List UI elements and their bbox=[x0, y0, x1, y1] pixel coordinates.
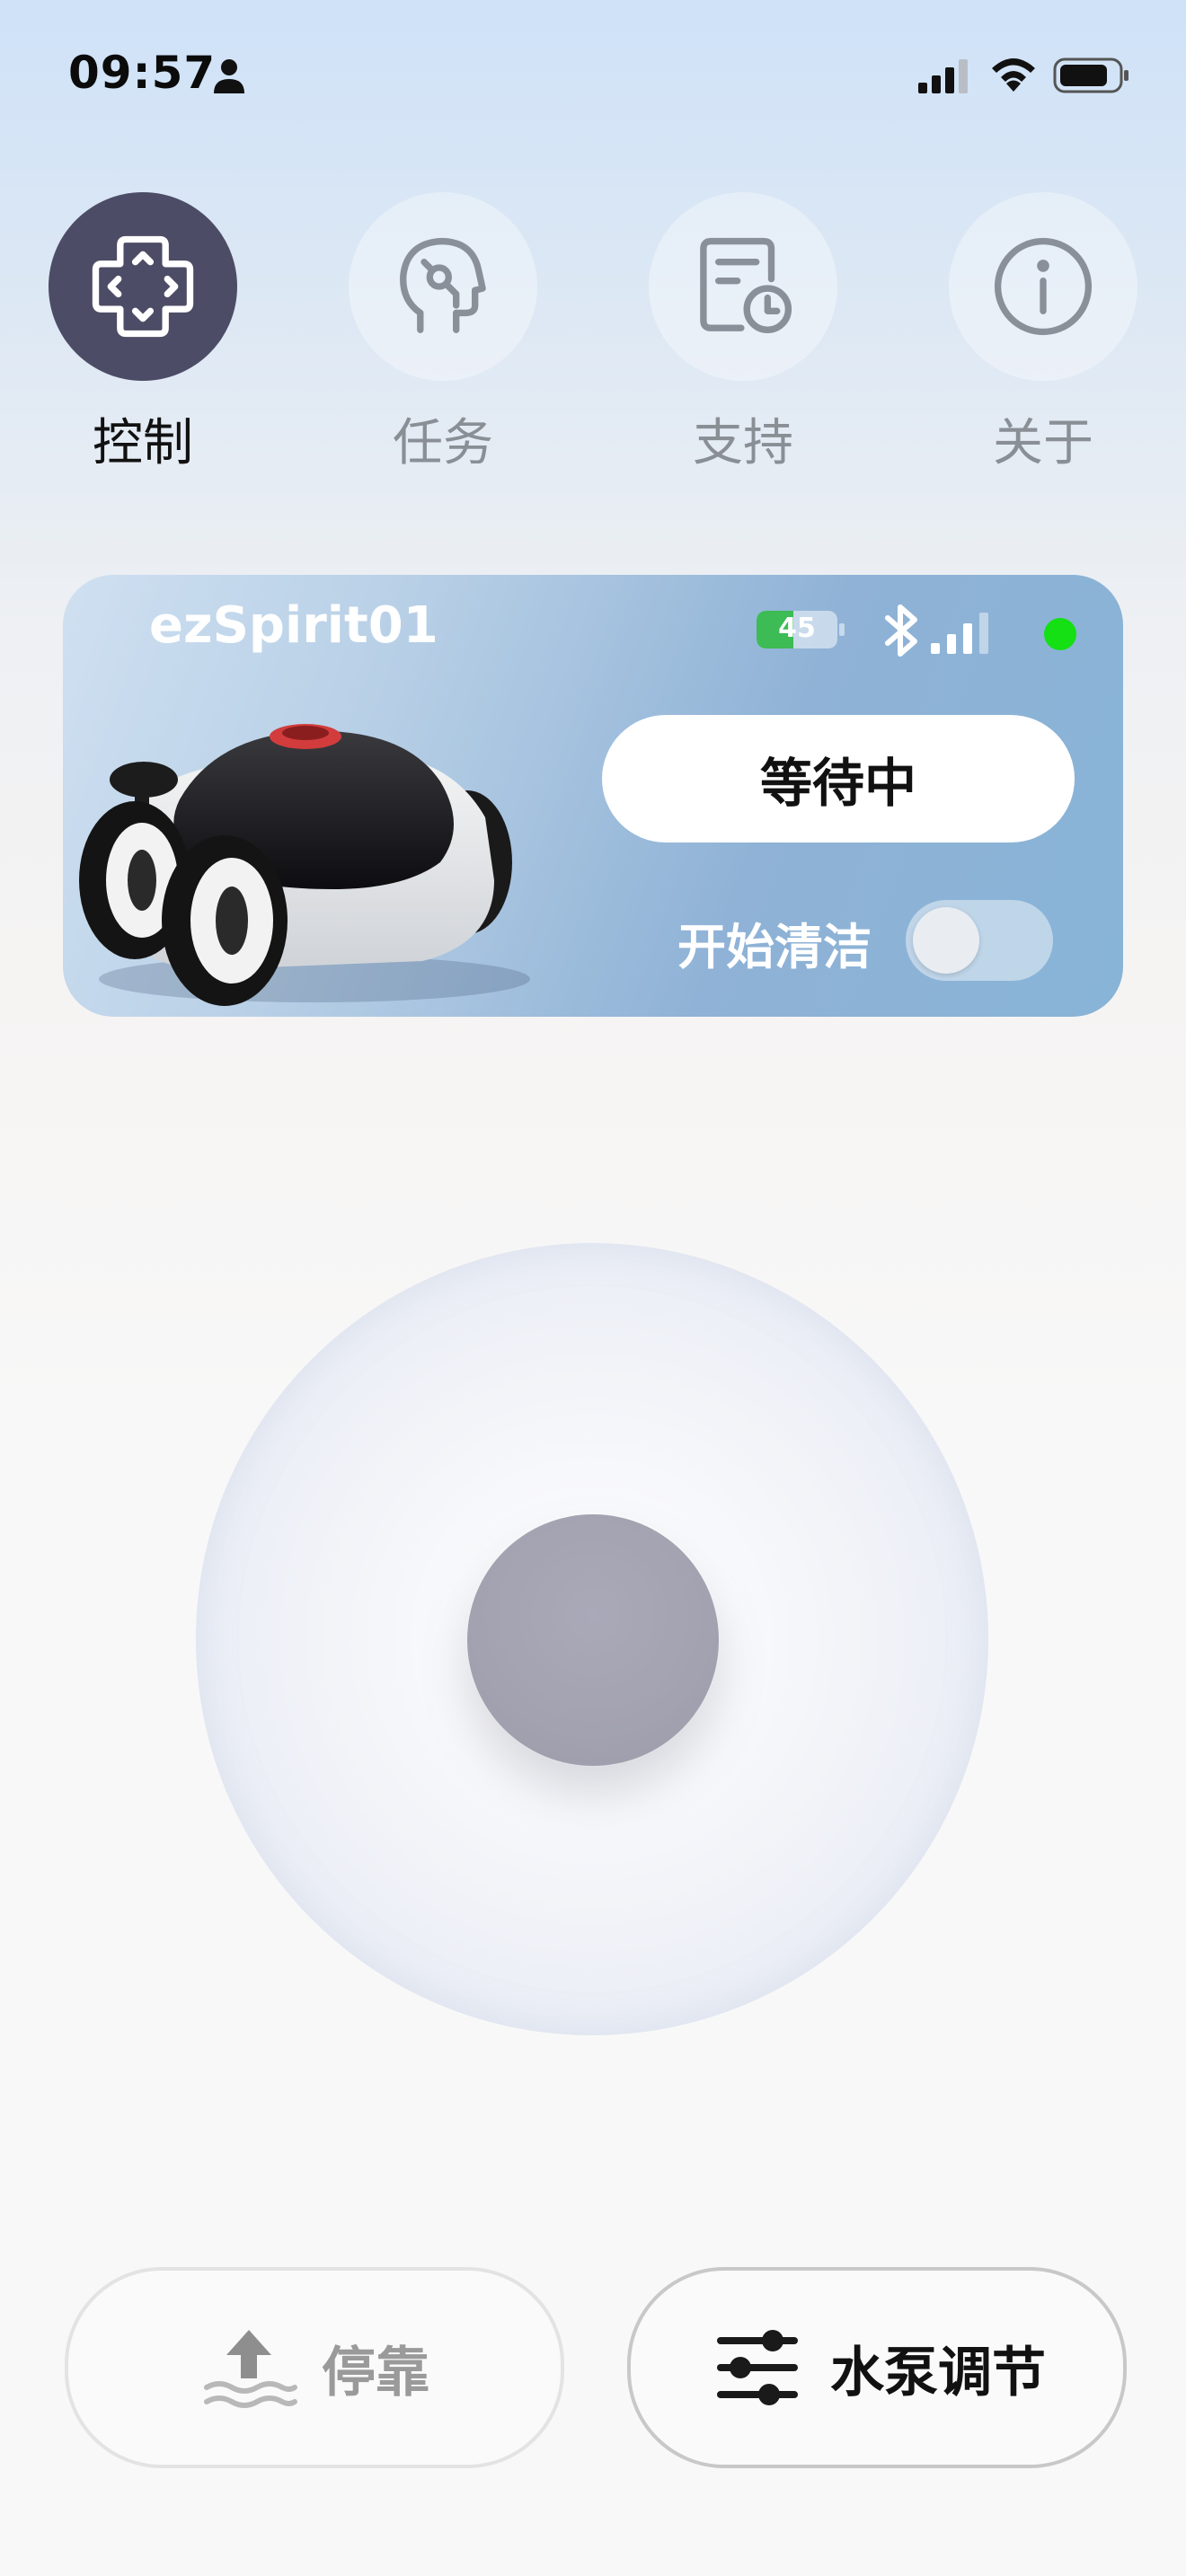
device-name: ezSpirit01 bbox=[149, 596, 438, 655]
tab-control-label: 控制 bbox=[93, 414, 193, 472]
tab-tasks-circle[interactable] bbox=[349, 192, 537, 381]
start-cleaning-toggle[interactable] bbox=[906, 900, 1053, 981]
device-battery-tip bbox=[839, 623, 845, 636]
tab-tasks[interactable]: 任务 bbox=[349, 192, 537, 475]
tab-control[interactable]: 控制 bbox=[49, 192, 237, 475]
wifi-icon bbox=[992, 58, 1035, 92]
pump-adjust-button[interactable]: 水泵调节 bbox=[627, 2267, 1127, 2468]
tab-control-circle[interactable] bbox=[49, 192, 237, 381]
tab-support[interactable]: 支持 bbox=[649, 192, 837, 475]
online-status-dot bbox=[1044, 618, 1076, 650]
device-status-pill[interactable]: 等待中 bbox=[602, 715, 1075, 842]
tab-support-circle[interactable] bbox=[649, 192, 837, 381]
gamepad-icon bbox=[92, 235, 194, 338]
start-cleaning-label: 开始清洁 bbox=[677, 919, 872, 975]
status-time: 09:57 bbox=[68, 47, 217, 99]
pool-robot-image bbox=[79, 724, 530, 1006]
person-icon bbox=[214, 59, 244, 93]
device-battery-badge: 45 bbox=[757, 611, 837, 648]
dock-upload-icon bbox=[204, 2330, 297, 2408]
schedule-doc-icon bbox=[700, 237, 792, 333]
toggle-knob[interactable] bbox=[913, 907, 979, 974]
dock-button[interactable]: 停靠 bbox=[65, 2267, 564, 2468]
bluetooth-icon bbox=[885, 604, 917, 657]
info-icon bbox=[994, 237, 1093, 336]
sliders-icon bbox=[717, 2330, 798, 2405]
tab-tasks-label: 任务 bbox=[393, 414, 493, 472]
tab-about-circle[interactable] bbox=[949, 192, 1137, 381]
tab-support-label: 支持 bbox=[693, 414, 793, 472]
battery-icon bbox=[1053, 57, 1128, 93]
tab-about-label: 关于 bbox=[993, 414, 1093, 472]
dock-button-label: 停靠 bbox=[322, 2341, 429, 2404]
tab-about[interactable]: 关于 bbox=[949, 192, 1137, 475]
signal-strength-icon bbox=[931, 613, 988, 654]
pump-adjust-button-label: 水泵调节 bbox=[830, 2341, 1046, 2404]
device-battery-text: 45 bbox=[778, 613, 816, 644]
cellular-signal-icon bbox=[918, 59, 968, 93]
status-bar: 09:57 bbox=[0, 0, 1186, 153]
head-brain-icon bbox=[400, 237, 486, 333]
joystick-knob[interactable] bbox=[467, 1514, 719, 1766]
device-card[interactable]: ezSpirit01 45 等待中 开始清洁 bbox=[63, 575, 1123, 1017]
